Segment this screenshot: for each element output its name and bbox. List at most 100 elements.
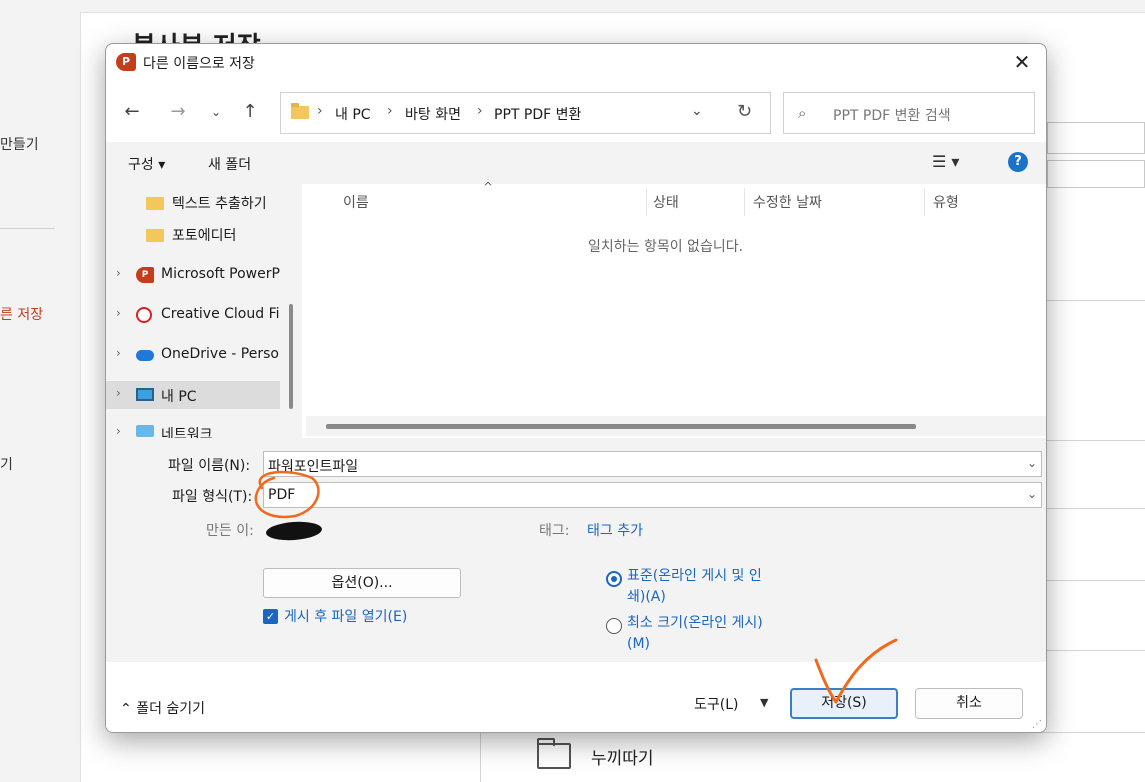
breadcrumb-separator-icon: › [317, 103, 323, 119]
open-after-publish-checkbox[interactable]: ✓ [263, 609, 278, 624]
hide-folders-label: 폴더 숨기기 [136, 701, 206, 717]
breadcrumb-my-pc[interactable]: 내 PC [335, 104, 371, 124]
expand-chevron-icon[interactable]: › [116, 266, 121, 280]
filetype-select[interactable]: PDF ⌄ [263, 482, 1042, 508]
backstage-item-other[interactable]: 기 [0, 454, 13, 474]
scrollbar-thumb[interactable] [326, 424, 916, 429]
address-bar[interactable]: › 내 PC › 바탕 화면 › PPT PDF 변환 ⌄ ↻ [280, 92, 771, 134]
sort-ascending-icon: ^ [483, 180, 494, 194]
column-divider[interactable] [646, 188, 647, 216]
breadcrumb-current-folder[interactable]: PPT PDF 변환 [494, 104, 581, 124]
column-header-type[interactable]: 유형 [933, 192, 959, 212]
tree-item-label: 텍스트 추출하기 [172, 196, 267, 212]
recent-locations-chevron-icon[interactable]: ⌄ [204, 100, 228, 124]
backstage-divider [1047, 440, 1145, 441]
backstage-divider [1047, 300, 1145, 301]
chevron-down-icon[interactable]: ⌄ [1027, 456, 1037, 470]
save-options-area: 파일 이름(N): 파워포인트파일 ⌄ 파일 형식(T): PDF ⌄ 만든 이… [106, 438, 1046, 662]
tree-item-creative-cloud[interactable]: › Creative Cloud Files [106, 301, 280, 329]
tree-item-label: 네트워크 [161, 427, 213, 438]
expand-chevron-icon[interactable]: › [116, 306, 121, 320]
optimize-standard-label: 표준(온라인 게시 및 인쇄)(A) [627, 568, 762, 605]
help-icon[interactable]: ? [1008, 152, 1028, 172]
breadcrumb-separator-icon: › [387, 103, 393, 119]
tags-label: 태그: [539, 523, 570, 539]
navigation-pane: 텍스트 추출하기 포토에디터 › P Microsoft PowerPoint … [106, 184, 302, 438]
column-header-name[interactable]: 이름 [343, 192, 369, 212]
address-dropdown-icon[interactable]: ⌄ [691, 103, 703, 119]
filetype-label: 파일 형식(T): [172, 489, 253, 505]
tree-item-text-extract[interactable]: 텍스트 추출하기 [106, 188, 280, 216]
creative-cloud-icon [136, 307, 152, 323]
powerpoint-icon: P [136, 267, 154, 283]
open-after-publish-label: 게시 후 파일 열기(E) [284, 609, 408, 625]
new-folder-button[interactable]: 새 폴더 [208, 154, 251, 174]
tree-item-label: Creative Cloud Files [161, 306, 280, 322]
column-header-status[interactable]: 상태 [653, 192, 679, 212]
organize-menu[interactable]: 구성 ▾ [128, 154, 165, 174]
tree-item-label: 내 PC [161, 389, 197, 405]
backstage-divider [1047, 580, 1145, 581]
filename-value: 파워포인트파일 [268, 459, 359, 475]
folder-icon [291, 103, 309, 119]
tree-item-powerpoint[interactable]: › P Microsoft PowerPoint [106, 261, 280, 289]
folder-icon [146, 229, 164, 242]
column-divider[interactable] [924, 188, 925, 216]
folder-icon [537, 738, 571, 769]
command-bar: 구성 ▾ 새 폴더 ☰ ▾ ? [106, 142, 1046, 184]
refresh-icon[interactable]: ↻ [737, 101, 752, 122]
tree-item-my-pc[interactable]: › 내 PC [106, 381, 280, 409]
tree-item-photo-editor[interactable]: 포토에디터 [106, 220, 280, 248]
cancel-button[interactable]: 취소 [915, 688, 1023, 719]
author-label: 만든 이: [206, 523, 254, 539]
optimize-minimum-radio[interactable] [606, 618, 622, 634]
network-icon [136, 425, 154, 437]
dialog-titlebar[interactable]: P 다른 이름으로 저장 ✕ [106, 44, 1046, 80]
back-arrow-icon[interactable]: ← [120, 100, 144, 124]
tools-menu[interactable]: 도구(L) [694, 694, 738, 714]
tree-item-label: 포토에디터 [172, 228, 237, 244]
expand-chevron-icon[interactable]: › [116, 424, 121, 438]
navigation-scrollbar[interactable] [289, 304, 293, 409]
tools-dropdown-icon[interactable]: ▼ [760, 696, 768, 709]
breadcrumb-desktop[interactable]: 바탕 화면 [405, 104, 461, 124]
resize-grip-icon[interactable]: ⋰ [1032, 719, 1042, 730]
search-placeholder: PPT PDF 변환 검색 [833, 108, 951, 124]
backstage-item-new[interactable]: 만들기 [0, 134, 39, 154]
expand-chevron-icon[interactable]: › [116, 386, 121, 400]
hide-folders-button[interactable]: ⌃ 폴더 숨기기 [120, 698, 205, 718]
backstage-folder-row[interactable]: 누끼따기 [480, 732, 1145, 782]
filename-field[interactable]: 파워포인트파일 ⌄ [263, 451, 1042, 477]
save-button[interactable]: 저장(S) [790, 688, 898, 719]
filetype-value: PDF [268, 487, 296, 503]
view-options-icon[interactable]: ☰ ▾ [932, 152, 959, 171]
backstage-folder-label: 누끼따기 [591, 749, 654, 769]
tree-item-label: OneDrive - Personal [161, 346, 280, 362]
expand-chevron-icon[interactable]: › [116, 346, 121, 360]
tree-item-network[interactable]: › 네트워크 [106, 419, 280, 438]
backstage-nav: 만들기 른 저장 기 [0, 0, 80, 782]
dialog-footer: ⌃ 폴더 숨기기 도구(L) ▼ 저장(S) 취소 ⋰ [106, 662, 1046, 732]
empty-list-message: 일치하는 항목이 없습니다. [588, 239, 744, 255]
add-tag-link[interactable]: 태그 추가 [587, 520, 643, 540]
forward-arrow-icon[interactable]: → [166, 100, 190, 124]
optimize-minimum-label: 최소 크기(온라인 게시)(M) [627, 615, 763, 652]
onedrive-icon [136, 350, 154, 361]
chevron-down-icon[interactable]: ⌄ [1027, 487, 1037, 501]
file-list: ^ 이름 상태 수정한 날짜 유형 일치하는 항목이 없습니다. [302, 180, 1046, 438]
backstage-item-save-copy[interactable]: 른 저장 [0, 304, 43, 324]
backstage-field [1047, 122, 1145, 154]
tree-item-onedrive[interactable]: › OneDrive - Personal [106, 341, 280, 369]
navigation-bar: ← → ⌄ ↑ › 내 PC › 바탕 화면 › PPT PDF 변환 ⌄ ↻ … [106, 92, 1046, 134]
folder-icon [146, 197, 164, 210]
optimize-standard-radio[interactable] [606, 571, 622, 587]
close-icon[interactable]: ✕ [1010, 50, 1034, 74]
column-header-date-modified[interactable]: 수정한 날짜 [753, 192, 822, 212]
horizontal-scrollbar[interactable] [306, 416, 1046, 436]
search-icon: ⌕ [798, 104, 807, 122]
options-button[interactable]: 옵션(O)... [263, 568, 461, 598]
up-arrow-icon[interactable]: ↑ [238, 100, 262, 124]
column-divider[interactable] [744, 188, 745, 216]
search-box[interactable]: ⌕ PPT PDF 변환 검색 [783, 92, 1035, 134]
backstage-separator [0, 228, 55, 229]
